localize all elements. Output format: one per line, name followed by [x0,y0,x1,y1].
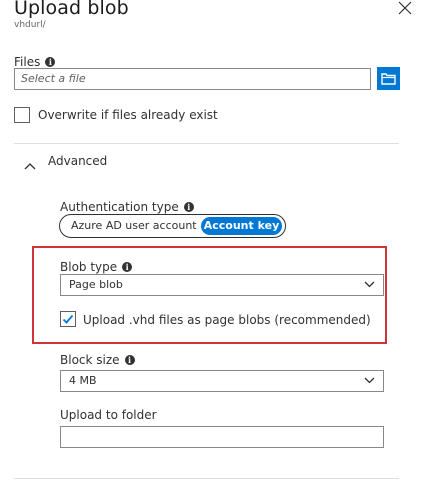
blob-type-label-row: Blob type i [60,256,133,275]
panel-title: Upload blob [14,0,129,19]
info-icon: i [124,355,135,365]
folder-icon [381,73,396,85]
block-size-select[interactable]: 4 MB [60,370,384,392]
block-size-value: 4 MB [69,374,97,387]
block-size-label: Block size [60,353,120,367]
overwrite-checkbox[interactable] [14,107,30,123]
info-icon: i [122,262,133,272]
divider [14,143,399,144]
browse-folder-button[interactable] [377,67,400,90]
checkmark-icon [62,314,74,324]
upload-vhd-label: Upload .vhd files as page blobs (recomme… [83,313,371,327]
upload-vhd-checkbox[interactable] [60,311,76,327]
block-size-label-row: Block size i [60,349,135,368]
panel-subtitle: vhdurl/ [14,20,46,30]
auth-type-toggle[interactable]: Azure AD user account Account key [59,214,286,238]
files-label: Files [14,55,41,69]
info-icon: i [183,202,194,212]
file-input[interactable]: Select a file [14,68,371,90]
chevron-down-icon [364,281,375,288]
auth-type-label: Authentication type [60,200,179,214]
auth-label-row: Authentication type i [60,196,194,215]
advanced-toggle[interactable]: Advanced [48,154,107,168]
close-icon[interactable] [398,0,414,16]
upload-folder-input[interactable] [60,426,384,448]
auth-option-account-key[interactable]: Account key [201,217,282,235]
chevron-down-icon [364,377,375,384]
chevron-up-icon[interactable] [24,155,36,174]
upload-folder-label: Upload to folder [60,408,157,422]
blob-type-label: Blob type [60,260,118,274]
auth-option-azure-ad[interactable]: Azure AD user account [62,217,206,235]
divider [14,478,399,479]
blob-type-value: Page blob [69,278,123,291]
overwrite-label: Overwrite if files already exist [38,108,218,122]
info-icon: i [45,57,56,67]
blob-type-select[interactable]: Page blob [60,274,384,296]
